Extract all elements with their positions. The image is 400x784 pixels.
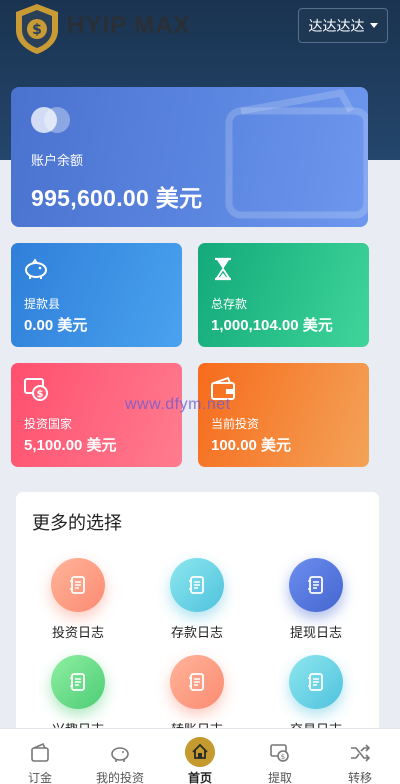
- option-label: 存款日志: [170, 625, 223, 640]
- stat-card-withdrawal[interactable]: 提款县 0.00 美元: [11, 243, 182, 347]
- document-icon: [289, 558, 343, 612]
- stat-label: 投资国家: [24, 417, 73, 431]
- tab-home[interactable]: 首页: [160, 729, 240, 784]
- tab-deposit[interactable]: 订金: [0, 729, 80, 784]
- wallet-outline-icon: [31, 742, 49, 762]
- tab-label: 转移: [347, 771, 372, 784]
- bottom-tab-bar: 订金 我的投资 首页 $ 提取 转移: [0, 728, 400, 784]
- tab-label: 订金: [27, 771, 52, 784]
- tab-transfer[interactable]: 转移: [320, 729, 400, 784]
- document-icon: [51, 655, 105, 709]
- wallet-decoration-icon: [225, 89, 368, 219]
- tab-label: 首页: [187, 771, 212, 784]
- card-chip-icon: [31, 107, 71, 133]
- stat-card-total-deposit[interactable]: 总存款 1,000,104.00 美元: [198, 243, 369, 347]
- home-icon: [185, 737, 215, 767]
- document-icon: [51, 558, 105, 612]
- stat-label: 提款县: [24, 297, 61, 311]
- document-icon: [170, 655, 224, 709]
- app-header: $ HYIP MAX 达达达达: [0, 0, 400, 58]
- stat-value: 100.00 美元: [211, 437, 292, 454]
- document-icon: [170, 558, 224, 612]
- shuffle-icon: [351, 744, 371, 762]
- section-title: 更多的选择: [32, 513, 122, 533]
- hourglass-icon: [215, 257, 231, 281]
- option-deposit-log[interactable]: 存款日志: [152, 558, 242, 658]
- tab-label: 提取: [267, 771, 292, 784]
- balance-amount: 995,600.00 美元: [31, 185, 203, 211]
- brand-name: HYIP MAX: [67, 12, 191, 39]
- caret-down-icon: [369, 23, 378, 28]
- balance-card: 账户余额 995,600.00 美元: [11, 87, 368, 227]
- svg-text:$: $: [32, 22, 42, 38]
- svg-text:$: $: [37, 389, 44, 400]
- tab-withdraw[interactable]: $ 提取: [240, 729, 320, 784]
- option-label: 提现日志: [289, 625, 342, 640]
- tab-label: 我的投资: [95, 771, 144, 784]
- piggy-bank-icon: [25, 258, 47, 279]
- stat-label: 当前投资: [211, 417, 260, 431]
- withdraw-icon: $: [270, 744, 289, 762]
- stat-value: 0.00 美元: [24, 317, 88, 334]
- stat-card-current-investment[interactable]: 当前投资 100.00 美元: [198, 363, 369, 467]
- option-label: 投资日志: [51, 625, 104, 640]
- balance-label: 账户余额: [31, 153, 84, 168]
- user-name: 达达达达: [308, 17, 365, 34]
- stat-label: 总存款: [211, 297, 248, 311]
- shield-dollar-icon[interactable]: $: [12, 2, 62, 56]
- more-options-panel: 更多的选择 投资日志 存款日志 提现日志 兴趣日志 转账日志 交易日志: [16, 492, 379, 742]
- watermark-text: www.dfym.net: [125, 396, 231, 413]
- piggy-bank-icon: [111, 747, 129, 762]
- user-menu-dropdown[interactable]: 达达达达: [298, 8, 388, 43]
- tab-my-investment[interactable]: 我的投资: [80, 729, 160, 784]
- stat-card-investment[interactable]: $ 投资国家 5,100.00 美元: [11, 363, 182, 467]
- stat-value: 1,000,104.00 美元: [211, 317, 333, 334]
- document-icon: [289, 655, 343, 709]
- money-dollar-icon: $: [24, 378, 48, 401]
- stat-value: 5,100.00 美元: [24, 437, 117, 454]
- option-withdrawal-log[interactable]: 提现日志: [271, 558, 361, 658]
- option-investment-log[interactable]: 投资日志: [33, 558, 123, 658]
- svg-text:$: $: [281, 753, 285, 761]
